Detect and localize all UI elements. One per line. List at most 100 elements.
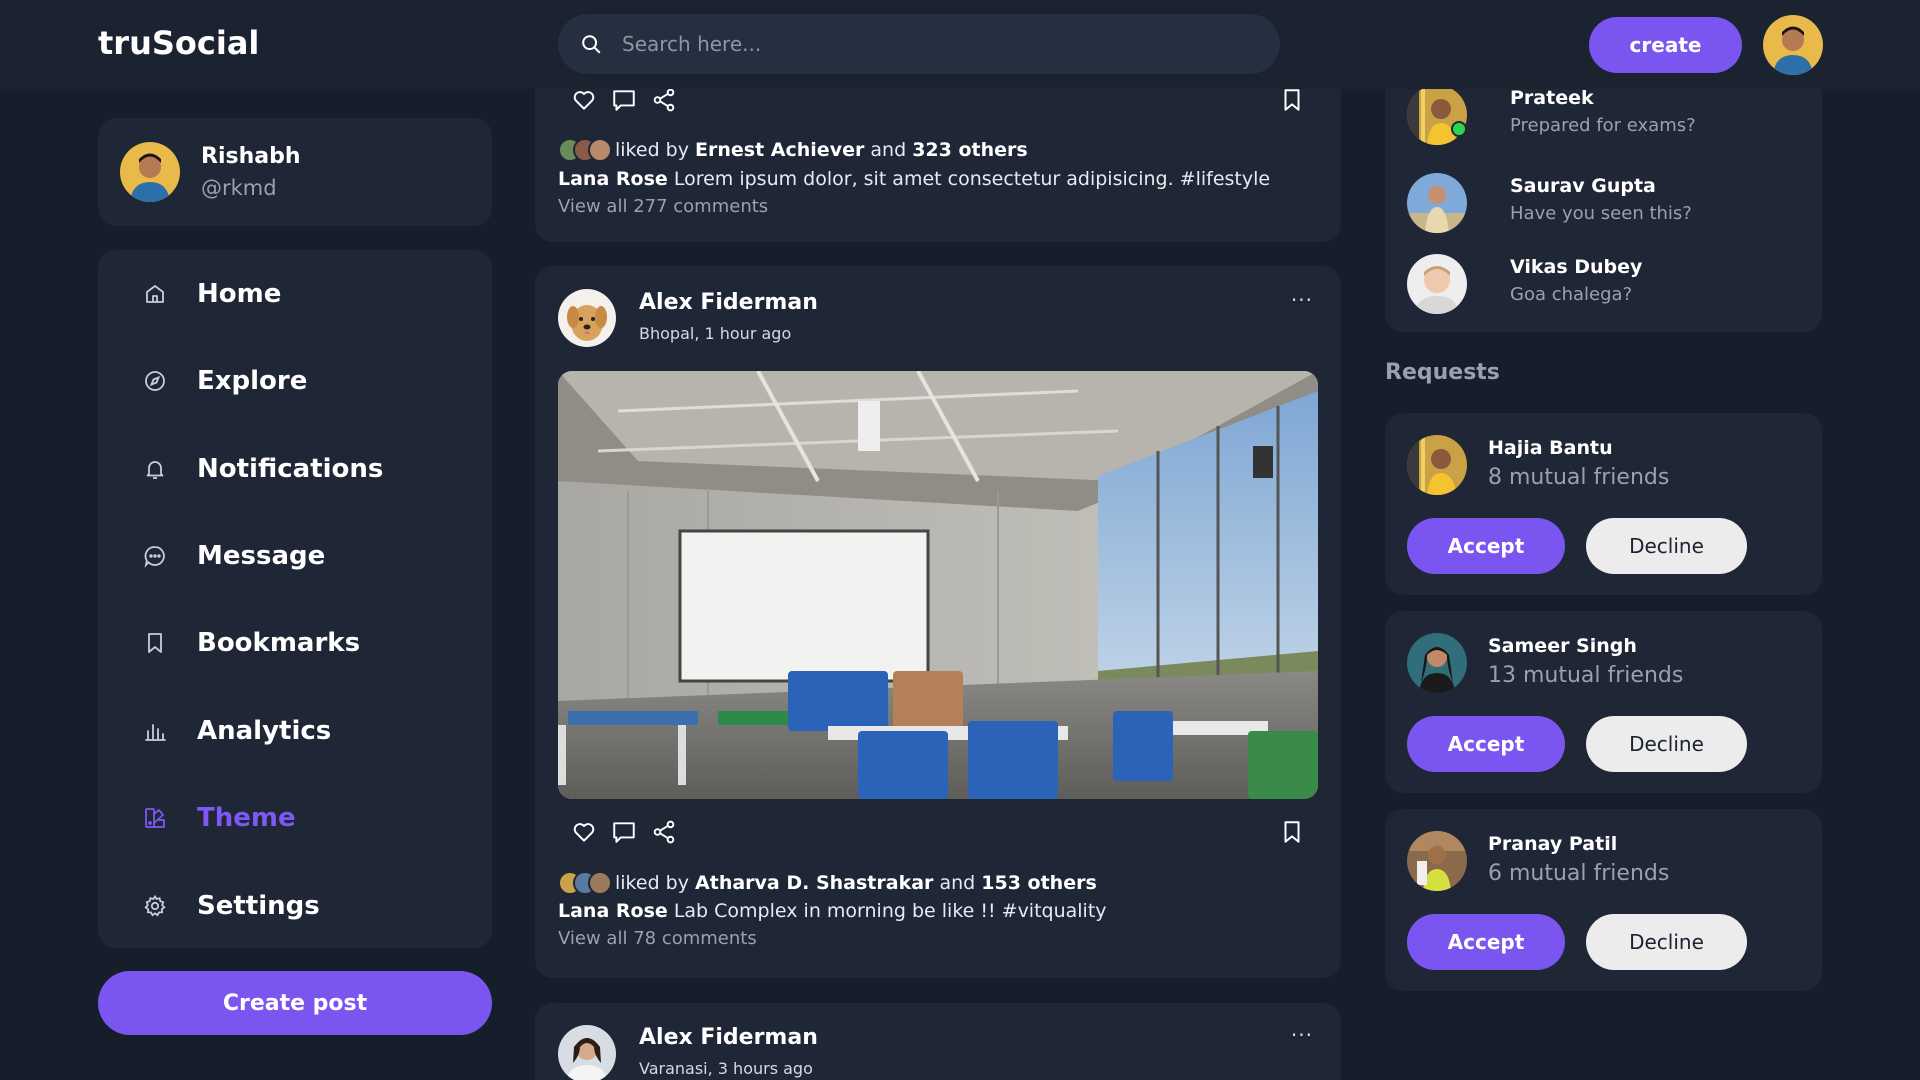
create-post-button[interactable]: Create post	[98, 971, 492, 1035]
sidebar-item-label: Analytics	[197, 716, 332, 746]
post-author-avatar[interactable]	[558, 289, 616, 347]
accept-button[interactable]: Accept	[1407, 914, 1565, 970]
caption-text: Lab Complex in morning be like !! #vitqu…	[673, 900, 1107, 922]
accept-button[interactable]: Accept	[1407, 716, 1565, 772]
post-card: Alex Fiderman Varanasi, 3 hours ago ···	[535, 1003, 1341, 1080]
request-card: Hajia Bantu 8 mutual friends Accept Decl…	[1385, 413, 1822, 595]
heart-icon[interactable]	[571, 819, 597, 845]
sidebar-item-analytics[interactable]: Analytics	[98, 696, 492, 766]
post-actions	[571, 87, 677, 113]
post-author[interactable]: Alex Fiderman	[639, 1025, 818, 1050]
mutual-friends: 13 mutual friends	[1488, 663, 1684, 688]
user-avatar[interactable]	[1763, 15, 1823, 75]
post-location-time: Varanasi, 3 hours ago	[639, 1059, 813, 1078]
mutual-friends: 6 mutual friends	[1488, 861, 1670, 886]
bookmark-icon[interactable]	[1279, 87, 1305, 113]
comment-icon[interactable]	[611, 819, 637, 845]
palette-icon	[142, 805, 168, 831]
liked-by-user[interactable]: Atharva D. Shastrakar	[695, 872, 933, 894]
liked-others[interactable]: 153 others	[981, 872, 1097, 894]
sidebar-item-message[interactable]: Message	[98, 521, 492, 591]
sidebar-item-notifications[interactable]: Notifications	[98, 434, 492, 504]
profile-card[interactable]: Rishabh @rkmd	[98, 118, 492, 226]
gear-icon	[142, 893, 168, 919]
top-bar: truSocial create	[0, 0, 1920, 89]
message-item[interactable]: Prateek Prepared for exams?	[1407, 85, 1807, 147]
sidebar-item-label: Message	[197, 541, 326, 571]
post-card: Alex Fiderman Bhopal, 1 hour ago ··· lik…	[535, 266, 1341, 978]
view-comments-link[interactable]: View all 78 comments	[558, 928, 757, 949]
sidebar-item-label: Explore	[197, 366, 308, 396]
search-bar[interactable]	[558, 14, 1280, 74]
request-name[interactable]: Sameer Singh	[1488, 635, 1637, 657]
sidebar-item-label: Home	[197, 279, 282, 309]
request-card: Sameer Singh 13 mutual friends Accept De…	[1385, 611, 1822, 793]
profile-name: Rishabh	[201, 144, 301, 169]
request-avatar[interactable]	[1407, 633, 1467, 693]
message-preview: Have you seen this?	[1510, 203, 1692, 224]
liked-by-row: liked by Ernest Achiever and 323 others	[558, 138, 1028, 162]
sidebar-item-home[interactable]: Home	[98, 259, 492, 329]
message-preview: Prepared for exams?	[1510, 115, 1696, 136]
liked-others[interactable]: 323 others	[912, 139, 1028, 161]
post-actions	[571, 819, 677, 845]
decline-button[interactable]: Decline	[1586, 716, 1747, 772]
message-sender: Prateek	[1510, 87, 1594, 109]
request-name[interactable]: Hajia Bantu	[1488, 437, 1613, 459]
request-avatar[interactable]	[1407, 435, 1467, 495]
sidebar-item-bookmarks[interactable]: Bookmarks	[98, 608, 492, 678]
message-avatar	[1407, 173, 1467, 233]
bar-chart-icon	[142, 718, 168, 744]
heart-icon[interactable]	[571, 87, 597, 113]
caption-user[interactable]: Lana Rose	[558, 900, 668, 922]
decline-button[interactable]: Decline	[1586, 914, 1747, 970]
bookmark-icon	[142, 630, 168, 656]
sidebar-item-theme[interactable]: Theme	[98, 783, 492, 853]
sidebar-item-label: Notifications	[197, 454, 384, 484]
search-input[interactable]	[622, 32, 1222, 56]
home-icon	[142, 281, 168, 307]
liker-avatars	[558, 871, 612, 895]
caption-text: Lorem ipsum dolor, sit amet consectetur …	[673, 168, 1271, 190]
share-icon[interactable]	[651, 87, 677, 113]
post-author[interactable]: Alex Fiderman	[639, 290, 818, 315]
app-logo[interactable]: truSocial	[98, 24, 259, 62]
view-comments-link[interactable]: View all 277 comments	[558, 196, 768, 217]
post-author-avatar[interactable]	[558, 1025, 616, 1080]
liked-by-row: liked by Atharva D. Shastrakar and 153 o…	[558, 871, 1097, 895]
liked-by-user[interactable]: Ernest Achiever	[695, 139, 864, 161]
create-button[interactable]: create	[1589, 17, 1742, 73]
share-icon[interactable]	[651, 819, 677, 845]
mutual-friends: 8 mutual friends	[1488, 465, 1670, 490]
post-caption: Lana Rose Lab Complex in morning be like…	[558, 900, 1107, 922]
accept-button[interactable]: Accept	[1407, 518, 1565, 574]
sidebar-item-label: Bookmarks	[197, 628, 361, 658]
online-indicator	[1451, 121, 1467, 137]
more-options-icon[interactable]: ···	[1291, 1023, 1313, 1047]
message-sender: Vikas Dubey	[1510, 256, 1643, 278]
sidebar-item-label: Settings	[197, 891, 320, 921]
decline-button[interactable]: Decline	[1586, 518, 1747, 574]
request-name[interactable]: Pranay Patil	[1488, 833, 1617, 855]
sidebar-item-explore[interactable]: Explore	[98, 346, 492, 416]
message-sender: Saurav Gupta	[1510, 175, 1656, 197]
more-options-icon[interactable]: ···	[1291, 288, 1313, 312]
message-item[interactable]: Saurav Gupta Have you seen this?	[1407, 173, 1807, 235]
liked-and: and	[870, 139, 907, 161]
message-avatar	[1407, 254, 1467, 314]
request-avatar[interactable]	[1407, 831, 1467, 891]
search-icon	[582, 35, 601, 54]
post-image[interactable]	[558, 371, 1318, 799]
liker-avatars	[558, 138, 612, 162]
request-card: Pranay Patil 6 mutual friends Accept Dec…	[1385, 809, 1822, 991]
bell-icon	[142, 456, 168, 482]
chat-icon	[142, 543, 168, 569]
profile-handle: @rkmd	[201, 176, 277, 200]
sidebar-item-settings[interactable]: Settings	[98, 871, 492, 941]
bookmark-icon[interactable]	[1279, 819, 1305, 845]
post-location-time: Bhopal, 1 hour ago	[639, 324, 792, 343]
caption-user[interactable]: Lana Rose	[558, 168, 668, 190]
compass-icon	[142, 368, 168, 394]
message-item[interactable]: Vikas Dubey Goa chalega?	[1407, 254, 1807, 316]
comment-icon[interactable]	[611, 87, 637, 113]
